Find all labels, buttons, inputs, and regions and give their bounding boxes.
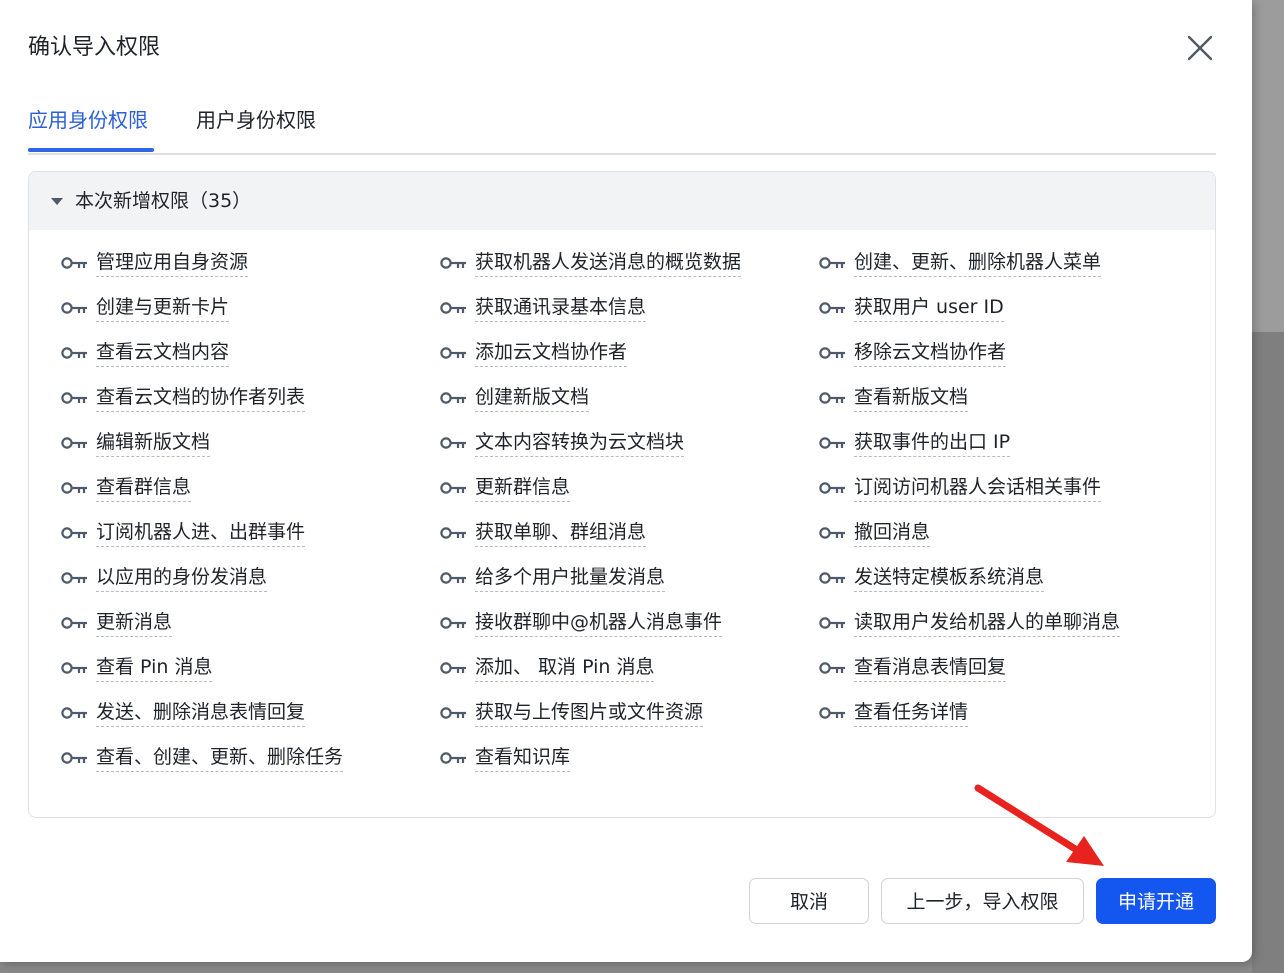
permission-label[interactable]: 更新群信息 [475,473,571,502]
permission-label[interactable]: 查看消息表情回复 [854,653,1007,682]
permission-label[interactable]: 获取用户 user ID [854,293,1004,322]
permission-label[interactable]: 订阅访问机器人会话相关事件 [854,473,1102,502]
permission-label[interactable]: 撤回消息 [854,518,931,547]
key-icon [819,525,847,541]
key-icon [61,345,89,361]
key-icon [819,705,847,721]
permission-label[interactable]: 查看 Pin 消息 [96,653,213,682]
backdrop [1252,0,1284,973]
key-icon [819,480,847,496]
permission-label[interactable]: 接收群聊中@机器人消息事件 [475,608,723,637]
key-icon [819,435,847,451]
permission-label[interactable]: 查看群信息 [96,473,192,502]
new-permissions-title: 本次新增权限（35） [75,190,252,212]
key-icon [61,390,89,406]
permission-label[interactable]: 获取单聊、群组消息 [475,518,647,547]
permission-label[interactable]: 查看云文档的协作者列表 [96,383,306,412]
key-icon [440,705,468,721]
permission-label[interactable]: 移除云文档协作者 [854,338,1007,367]
key-icon [819,390,847,406]
key-icon [61,660,89,676]
key-icon [61,705,89,721]
close-button[interactable] [1184,32,1216,64]
tab-app-identity-permissions[interactable]: 应用身份权限 [28,100,154,152]
key-icon [819,345,847,361]
close-icon [1187,35,1213,61]
permission-label[interactable]: 查看云文档内容 [96,338,230,367]
new-permissions-collapse-header[interactable]: 本次新增权限（35） [29,172,1215,230]
permission-label[interactable]: 订阅机器人进、出群事件 [96,518,306,547]
permission-tabs: 应用身份权限 用户身份权限 [28,100,1216,155]
permission-label[interactable]: 查看、创建、更新、删除任务 [96,743,344,772]
key-icon [440,570,468,586]
key-icon [440,615,468,631]
key-icon [61,525,89,541]
caret-down-icon [51,198,63,205]
permission-label[interactable]: 创建新版文档 [475,383,590,412]
permission-label[interactable]: 查看任务详情 [854,698,969,727]
key-icon [61,255,89,271]
new-permissions-panel: 本次新增权限（35） 管理应用自身资源 创建与更新卡片 查看云文档内容查看云文档的协… [28,171,1216,818]
permission-label[interactable]: 给多个用户批量发消息 [475,563,666,592]
key-icon [61,570,89,586]
key-icon [819,570,847,586]
key-icon [819,300,847,316]
permission-label[interactable]: 读取用户发给机器人的单聊消息 [854,608,1121,637]
key-icon [61,435,89,451]
key-icon [440,435,468,451]
permission-label[interactable]: 编辑新版文档 [96,428,211,457]
key-icon [819,660,847,676]
key-icon [440,750,468,766]
key-icon [440,255,468,271]
back-import-permissions-button[interactable]: 上一步，导入权限 [881,878,1084,924]
permission-label[interactable]: 获取机器人发送消息的概览数据 [475,248,742,277]
key-icon [440,390,468,406]
permission-label[interactable]: 以应用的身份发消息 [96,563,268,592]
permission-label[interactable]: 发送特定模板系统消息 [854,563,1045,592]
tab-user-identity-permissions[interactable]: 用户身份权限 [196,100,316,151]
key-icon [61,300,89,316]
backdrop-highlight [1252,0,1284,332]
dialog-title: 确认导入权限 [28,35,161,60]
key-icon [440,660,468,676]
permission-label[interactable]: 创建、更新、删除机器人菜单 [854,248,1102,277]
permission-label[interactable]: 添加、 取消 Pin 消息 [475,653,655,682]
permission-label[interactable]: 添加云文档协作者 [475,338,628,367]
permission-label[interactable]: 获取与上传图片或文件资源 [475,698,704,727]
annotation-arrow-icon [974,784,1104,866]
permission-label[interactable]: 更新消息 [96,608,173,637]
key-icon [61,480,89,496]
key-icon [61,615,89,631]
tab-label: 用户身份权限 [196,108,316,132]
permission-label[interactable]: 获取事件的出口 IP [854,428,1011,457]
permission-label[interactable]: 发送、删除消息表情回复 [96,698,306,727]
permission-label[interactable]: 创建与更新卡片 [96,293,230,322]
key-icon [61,750,89,766]
permission-label[interactable]: 文本内容转换为云文档块 [475,428,685,457]
key-icon [819,255,847,271]
permission-label[interactable]: 查看知识库 [475,743,571,772]
key-icon [440,345,468,361]
tab-label: 应用身份权限 [28,108,148,132]
key-icon [440,525,468,541]
active-tab-indicator [28,148,154,152]
permission-label[interactable]: 获取通讯录基本信息 [475,293,647,322]
key-icon [440,480,468,496]
key-icon [440,300,468,316]
cancel-button[interactable]: 取消 [749,878,869,924]
apply-button[interactable]: 申请开通 [1096,878,1216,924]
permission-label[interactable]: 管理应用自身资源 [96,248,249,277]
key-icon [819,615,847,631]
permission-label[interactable]: 查看新版文档 [854,383,969,412]
